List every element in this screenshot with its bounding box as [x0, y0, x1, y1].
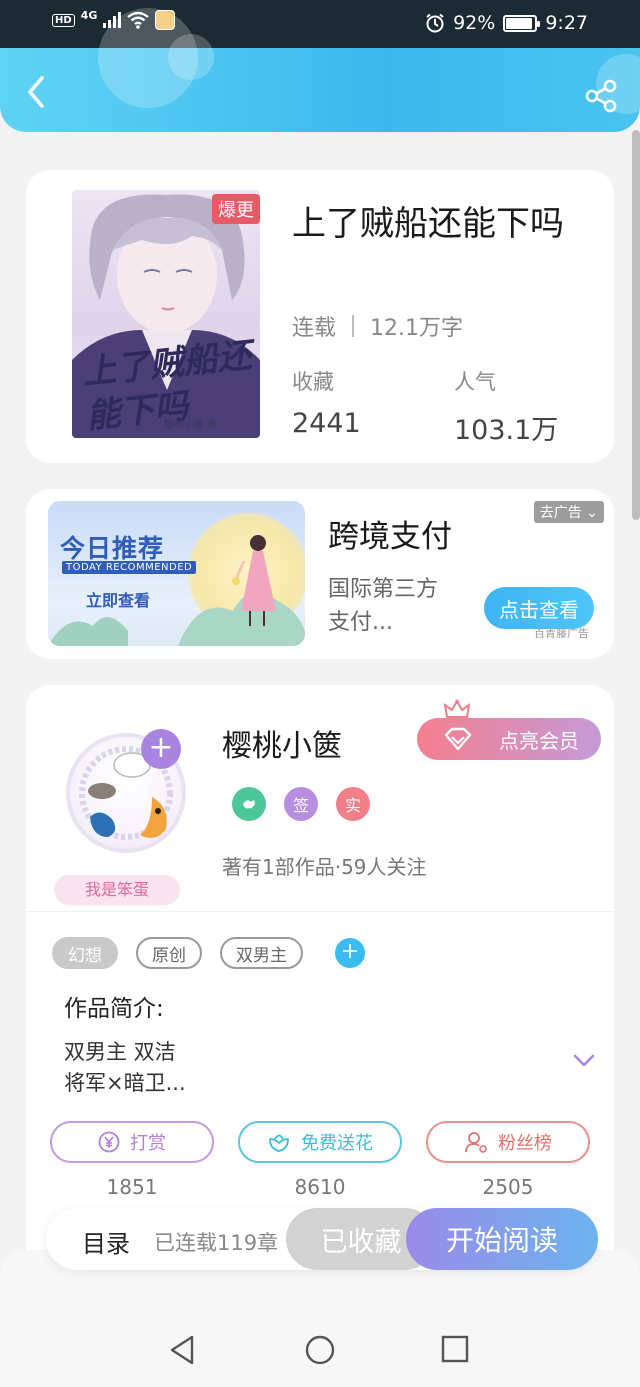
tag-item[interactable]: 双男主	[220, 937, 303, 969]
flower-count: 8610	[294, 1175, 346, 1199]
book-title: 上了贼船还能下吗	[292, 204, 564, 244]
header	[0, 8, 640, 132]
status-bar: HD 4G 92% 9:27	[0, 0, 640, 48]
chevron-left-icon	[28, 76, 44, 108]
battery-percent: 92%	[453, 12, 496, 34]
chevron-down-icon	[573, 1054, 595, 1067]
avatar-tag: 我是笨蛋	[54, 875, 180, 905]
tag-item[interactable]: 幻想	[52, 937, 118, 969]
add-tag-button[interactable]: +	[335, 938, 365, 968]
activate-vip-button[interactable]: 点亮会员	[417, 718, 601, 760]
fans-icon	[465, 1132, 487, 1153]
hd-icon: HD	[52, 13, 75, 27]
fan-ranking-button[interactable]: 粉丝榜	[426, 1121, 590, 1163]
yen-icon	[98, 1131, 120, 1153]
system-nav-bar	[0, 1250, 640, 1387]
author-stats: 著有1部作品·59人关注	[222, 855, 427, 879]
ad-image-cta: 立即查看	[86, 591, 151, 610]
ad-card[interactable]: 今日推荐 TODAY RECOMMENDED 立即查看 跨境支付 国际第三方支付…	[26, 489, 614, 659]
ad-source: 百青藤广告	[534, 627, 589, 640]
book-word-count: 12.1万字	[370, 316, 464, 341]
chevron-down-icon: ⌄	[586, 505, 598, 521]
ad-image-subtitle: TODAY RECOMMENDED	[62, 561, 197, 574]
stat-popularity: 人气 103.1万	[454, 366, 558, 447]
cover-author: 樱桃小篋 著	[164, 420, 218, 431]
send-flower-label: 免费送花	[301, 1133, 373, 1154]
scrollbar[interactable]	[632, 130, 640, 520]
ad-description: 国际第三方支付...	[328, 577, 439, 635]
nav-home-button[interactable]	[304, 1334, 336, 1370]
action-row: 打赏 1851 免费送花 8610 粉丝榜 2505	[50, 1121, 590, 1199]
back-button[interactable]	[20, 68, 60, 112]
diamond-icon	[444, 727, 472, 751]
battery-level	[506, 17, 533, 29]
signed-icon: 签	[284, 787, 318, 821]
ad-image-title: 今日推荐	[60, 534, 165, 563]
divider	[26, 911, 614, 912]
remove-ad-label: 去广告	[539, 505, 582, 521]
verified-icon	[232, 787, 266, 821]
stat-value: 2441	[292, 408, 361, 439]
toc-button[interactable]: 目录	[82, 1224, 130, 1259]
share-button[interactable]	[584, 78, 620, 114]
network-type: 4G	[80, 8, 98, 22]
intro-line: 双男主 双洁	[64, 1040, 176, 1064]
flower-icon	[269, 1134, 289, 1152]
book-status: 连载	[292, 316, 337, 341]
author-card: + 我是笨蛋 樱桃小篋 点亮会员 签 实 著有1部作品·59人关注 幻想 原创 …	[26, 685, 614, 1285]
tag-item[interactable]: 原创	[136, 937, 202, 969]
decor-bubble	[168, 34, 214, 80]
clock: 9:27	[545, 12, 588, 34]
square-recents-icon	[441, 1335, 469, 1363]
ad-view-button[interactable]: 点击查看	[484, 587, 594, 629]
battery-icon	[503, 14, 541, 32]
book-cover[interactable]: 爆更 上了贼船还能下吗 樱桃小篋 著	[72, 190, 260, 438]
fans-action: 粉丝榜 2505	[426, 1121, 590, 1199]
fan-ranking-label: 粉丝榜	[498, 1133, 552, 1154]
circle-home-icon	[305, 1335, 335, 1365]
reward-button[interactable]: 打赏	[50, 1121, 214, 1163]
serial-status: 已连载119章	[154, 1231, 279, 1255]
ad-image[interactable]: 今日推荐 TODAY RECOMMENDED 立即查看	[48, 501, 305, 646]
fans-count: 2505	[482, 1175, 534, 1199]
share-icon	[585, 79, 617, 113]
follow-author-button[interactable]: +	[141, 729, 181, 769]
status-right: 92% 9:27	[425, 12, 588, 34]
start-reading-button[interactable]: 开始阅读	[406, 1208, 598, 1270]
expand-intro-button[interactable]	[572, 1053, 596, 1073]
stat-favorites: 收藏 2441	[292, 366, 361, 439]
triangle-back-icon	[170, 1335, 194, 1365]
reward-label: 打赏	[130, 1133, 166, 1154]
vip-label: 点亮会员	[499, 728, 579, 753]
alarm-icon	[426, 13, 444, 33]
author-badges: 签 实	[232, 787, 370, 821]
flower-action: 免费送花 8610	[238, 1121, 402, 1199]
reward-count: 1851	[106, 1175, 158, 1199]
author-name[interactable]: 樱桃小篋	[222, 721, 342, 765]
intro-title: 作品简介:	[64, 996, 164, 1022]
reward-action: 打赏 1851	[50, 1121, 214, 1199]
read-bar: 目录 已连载119章 已收藏 开始阅读	[46, 1208, 598, 1270]
cover-badge: 爆更	[212, 194, 260, 224]
stat-label: 收藏	[292, 370, 334, 394]
stat-value: 103.1万	[454, 415, 559, 446]
intro-line: 将军×暗卫...	[64, 1071, 186, 1095]
book-info-card: 爆更 上了贼船还能下吗 樱桃小篋 著 上了贼船还能下吗 连载 12.1万字 收藏…	[26, 170, 614, 463]
remove-ad-button[interactable]: 去广告 ⌄	[533, 501, 604, 523]
stat-label: 人气	[454, 370, 496, 394]
meta-divider	[352, 315, 355, 337]
book-meta: 连载 12.1万字	[292, 310, 463, 342]
ad-title: 跨境支付	[328, 519, 452, 555]
send-flower-button[interactable]: 免费送花	[238, 1121, 402, 1163]
tag-list: 幻想 原创 双男主 +	[52, 937, 365, 969]
nav-back-button[interactable]	[168, 1334, 196, 1370]
realname-icon: 实	[336, 787, 370, 821]
nav-recents-button[interactable]	[440, 1334, 470, 1368]
intro-text: 双男主 双洁 将军×暗卫...	[64, 1037, 364, 1099]
